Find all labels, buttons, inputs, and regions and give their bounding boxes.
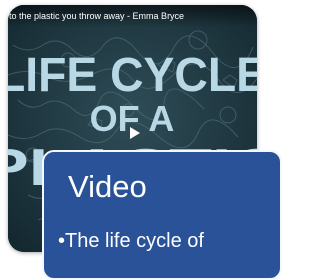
slide-title: Video xyxy=(68,169,147,204)
slide-bullet-text: The life cycle of xyxy=(65,230,204,252)
play-icon xyxy=(130,127,140,139)
thumbnail-headline-line-1: LIFE CYCLE xyxy=(8,49,257,102)
play-button[interactable] xyxy=(125,123,145,143)
video-title[interactable]: to the plastic you throw away - Emma Bry… xyxy=(8,5,257,27)
slide-bullet: •The life cycle of xyxy=(58,230,204,252)
bullet-marker-icon: • xyxy=(58,230,66,252)
slide-card: Video •The life cycle of xyxy=(42,150,282,280)
